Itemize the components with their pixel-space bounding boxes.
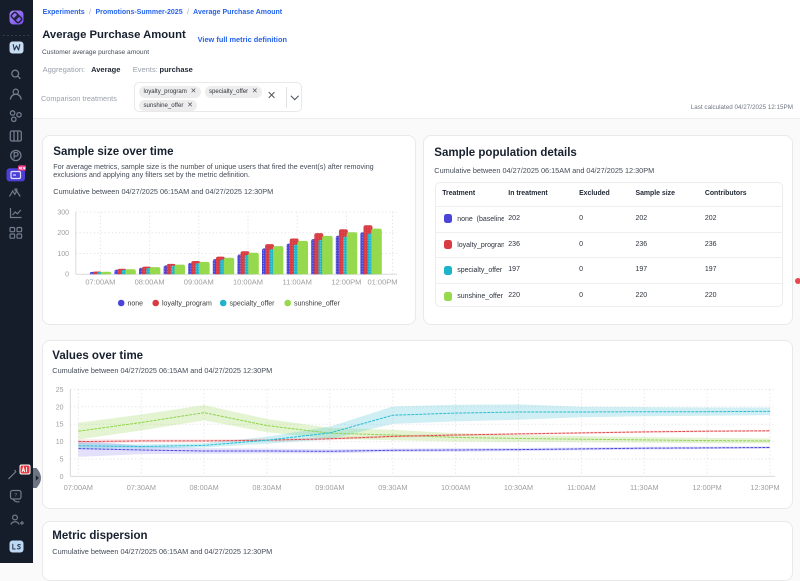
svg-text:08:30AM: 08:30AM — [252, 483, 281, 492]
svg-text:5: 5 — [60, 457, 64, 464]
svg-text:20: 20 — [56, 404, 64, 411]
svg-text:?: ? — [14, 493, 17, 499]
svg-text:12:30PM: 12:30PM — [750, 483, 779, 492]
svg-text:10:30AM: 10:30AM — [504, 483, 533, 492]
svg-text:10: 10 — [56, 439, 64, 446]
svg-text:10:00AM: 10:00AM — [441, 483, 470, 492]
svg-text:0: 0 — [60, 474, 64, 481]
svg-text:08:00AM: 08:00AM — [189, 483, 218, 492]
svg-text:15: 15 — [56, 422, 64, 429]
svg-text:07:30AM: 07:30AM — [127, 483, 156, 492]
svg-text:11:30AM: 11:30AM — [630, 483, 659, 492]
svg-text:11:00AM: 11:00AM — [567, 483, 596, 492]
svg-text:07:00AM: 07:00AM — [64, 483, 93, 492]
svg-text:09:00AM: 09:00AM — [315, 483, 344, 492]
svg-text:25: 25 — [56, 387, 64, 394]
svg-text:12:00PM: 12:00PM — [692, 483, 721, 492]
svg-text:09:30AM: 09:30AM — [378, 483, 407, 492]
